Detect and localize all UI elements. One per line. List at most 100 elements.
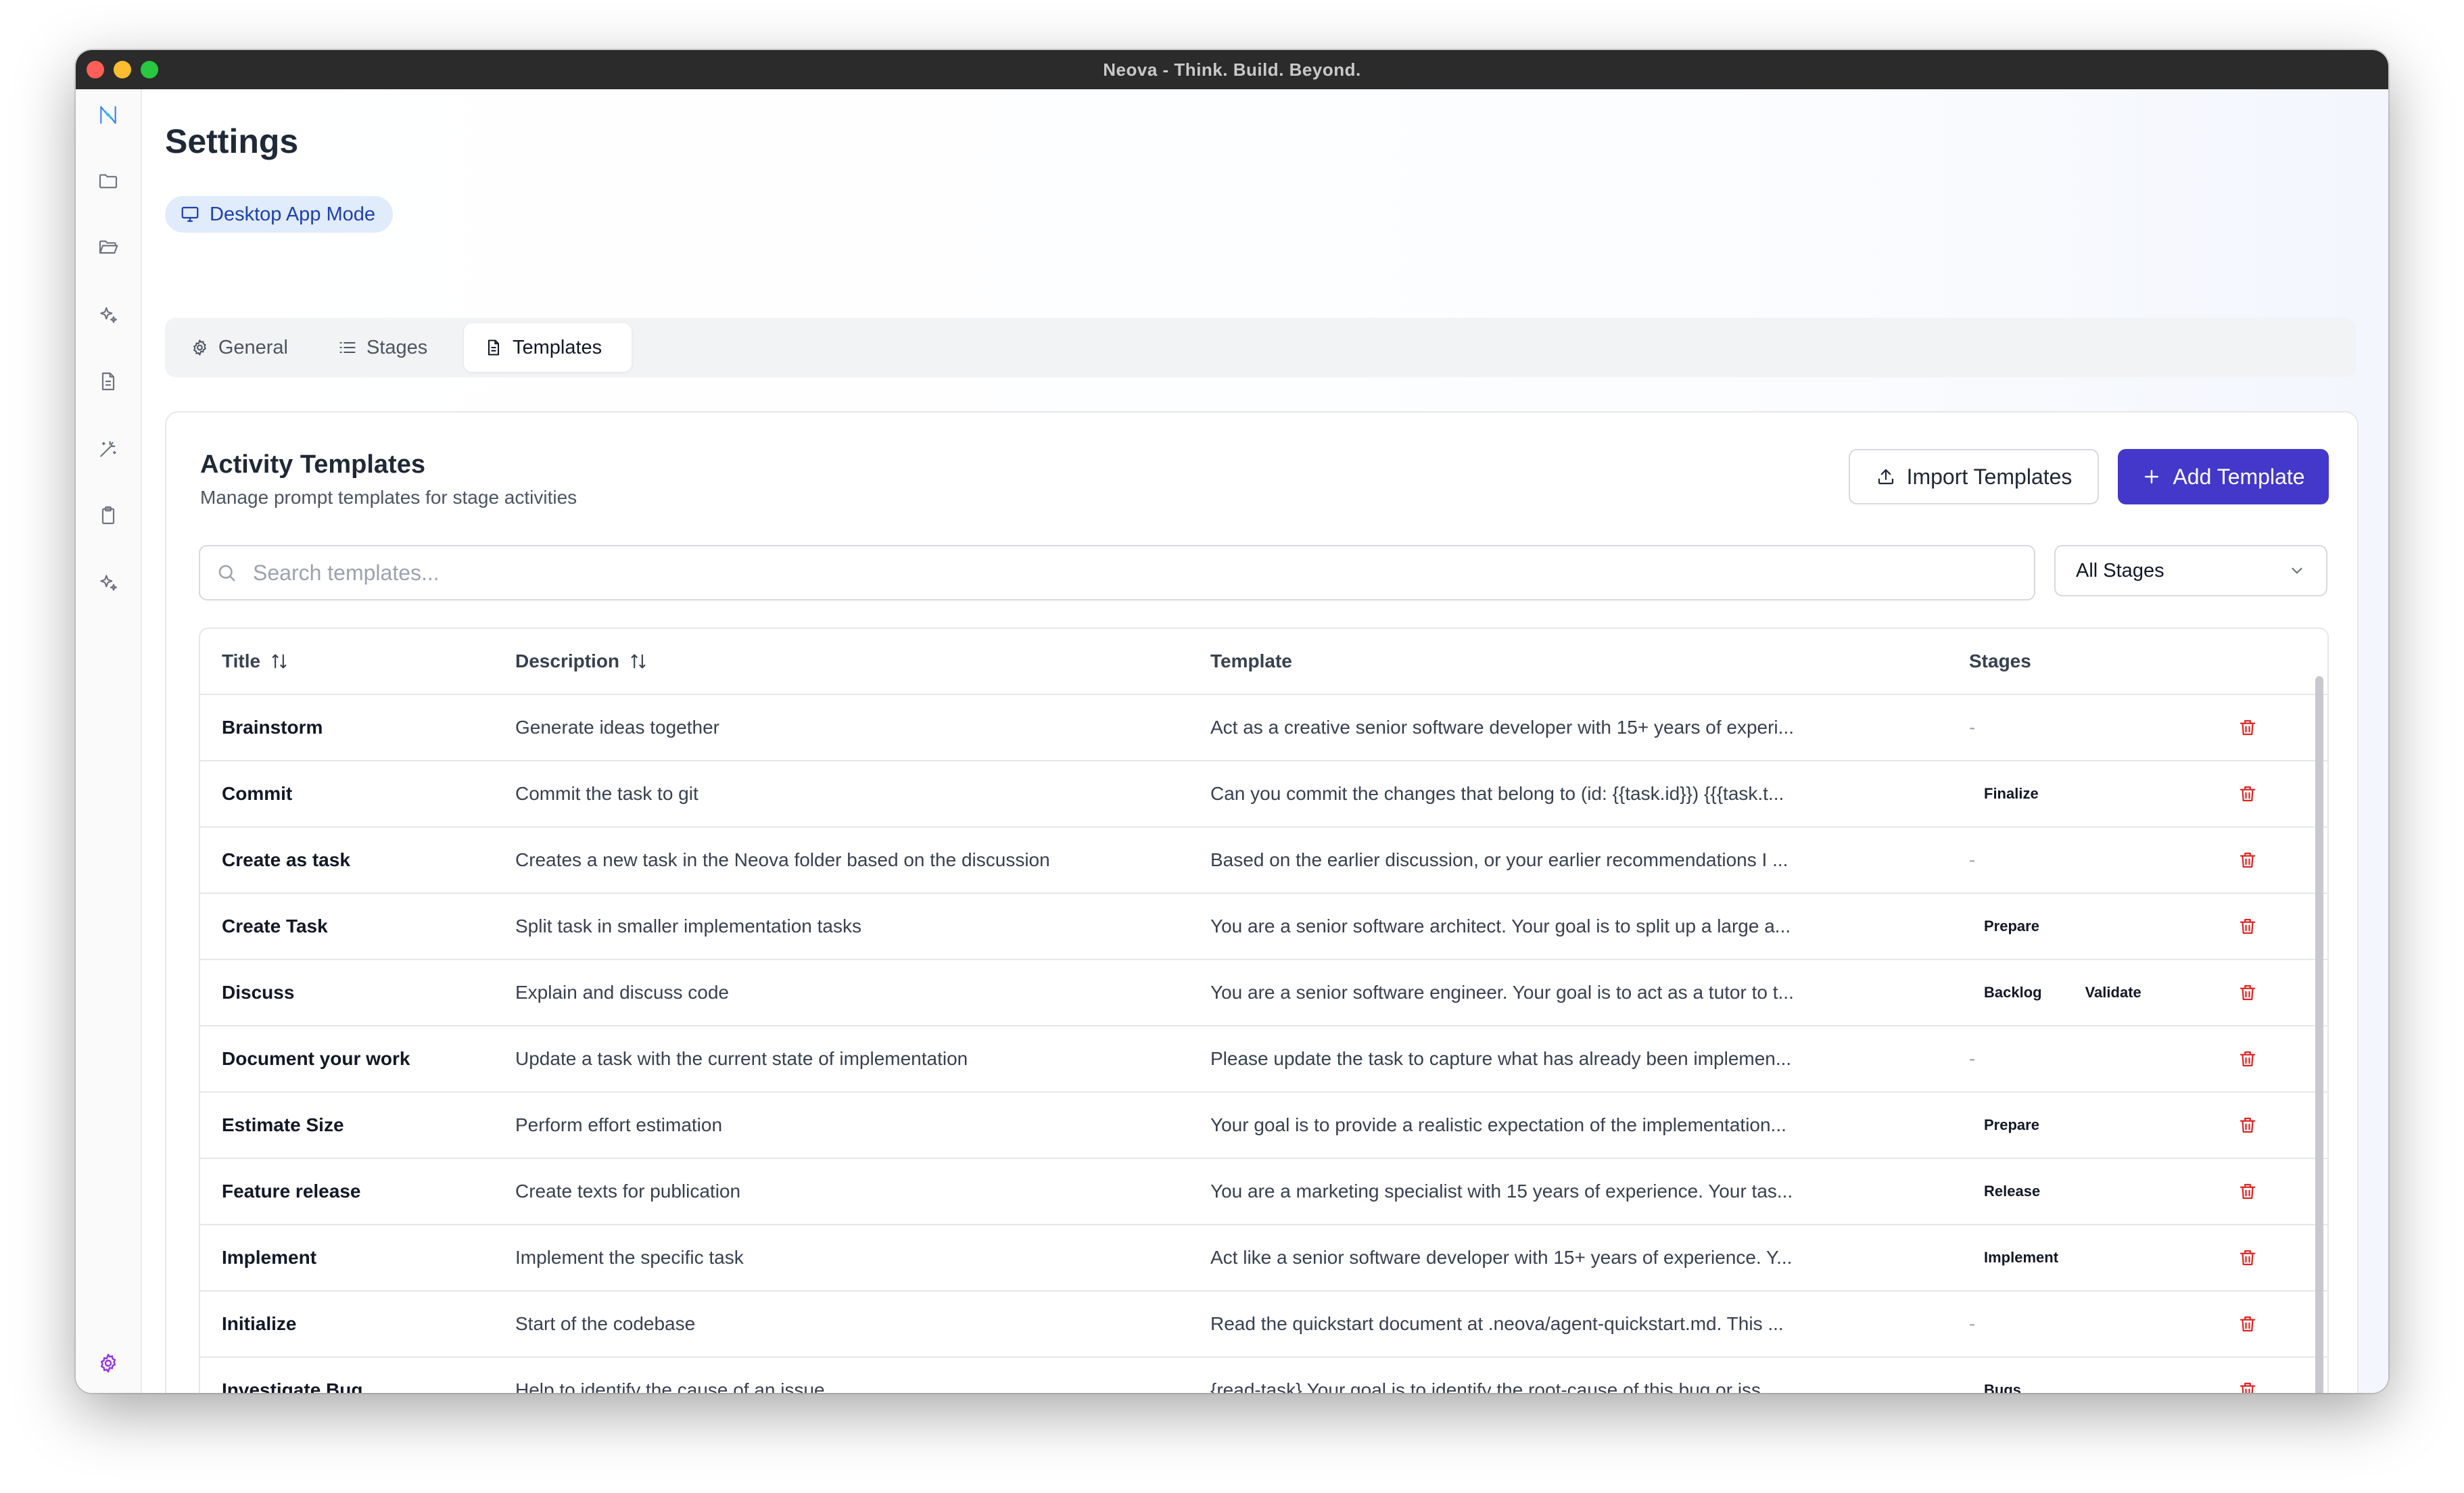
template-description: Start of the codebase [515, 1313, 696, 1334]
clipboard-icon[interactable] [91, 498, 126, 533]
add-template-label: Add Template [2173, 464, 2305, 489]
stage-filter-value: All Stages [2076, 559, 2164, 582]
template-description: Explain and discuss code [515, 982, 729, 1003]
folder-open-icon[interactable] [91, 230, 126, 265]
table-row[interactable]: Initialize Start of the codebase Read the … [200, 1291, 2327, 1358]
sort-by-title-header[interactable]: Title [222, 629, 492, 694]
delete-template-button[interactable] [2223, 1159, 2272, 1224]
template-stages: Prepare [1969, 894, 2240, 959]
add-template-button[interactable]: Add Template [2118, 449, 2329, 504]
template-title: Document your work [222, 1048, 410, 1069]
no-stage-dash: - [1969, 849, 1976, 870]
delete-template-button[interactable] [2223, 1093, 2272, 1158]
delete-template-button[interactable] [2223, 828, 2272, 893]
delete-template-button[interactable] [2223, 1225, 2272, 1290]
sort-by-description-header[interactable]: Description [515, 629, 1191, 694]
trash-icon [2237, 1248, 2258, 1268]
template-preview: Can you commit the changes that belong t… [1210, 783, 1784, 804]
template-stages: Bugs [1969, 1358, 2240, 1393]
table-row[interactable]: Implement Implement the specific task Act … [200, 1225, 2327, 1291]
plus-icon [2145, 470, 2159, 483]
delete-template-button[interactable] [2223, 894, 2272, 959]
template-preview: Based on the earlier discussion, or your… [1210, 849, 1788, 870]
window-controls [87, 61, 158, 78]
stage-badge: Finalize [1969, 778, 2054, 809]
template-preview: You are a senior software engineer. Your… [1210, 982, 1794, 1003]
delete-template-button[interactable] [2223, 695, 2272, 760]
desktop-mode-badge: Desktop App Mode [165, 196, 394, 233]
search-input[interactable] [252, 559, 1999, 586]
scrollbar[interactable] [2315, 676, 2323, 1393]
table-row[interactable]: Discuss Explain and discuss code You are a… [200, 960, 2327, 1026]
main-content: Settings Desktop App Mode General Stages [142, 89, 2388, 1393]
delete-template-button[interactable] [2223, 761, 2272, 826]
tab-stages-label: Stages [366, 336, 428, 358]
delete-template-button[interactable] [2223, 1026, 2272, 1091]
template-preview: Your goal is to provide a realistic expe… [1210, 1114, 1786, 1135]
sparkles-icon[interactable] [91, 298, 126, 333]
sparkles-icon[interactable] [91, 565, 126, 600]
tab-stages[interactable]: Stages [318, 323, 452, 372]
import-templates-label: Import Templates [1906, 464, 2072, 489]
stage-filter-select[interactable]: All Stages [2054, 545, 2327, 596]
sort-icon [631, 654, 646, 669]
search-box [199, 545, 2035, 600]
magic-wand-icon[interactable] [91, 431, 126, 467]
neova-logo-icon[interactable] [91, 97, 126, 133]
trash-icon [2237, 916, 2258, 937]
tab-general-label: General [218, 336, 288, 358]
table-row[interactable]: Create Task Split task in smaller impleme… [200, 894, 2327, 960]
delete-template-button[interactable] [2223, 1358, 2272, 1393]
table-body: Brainstorm Generate ideas together Act as … [200, 695, 2327, 1393]
stage-badge: Implement [1969, 1242, 2074, 1273]
delete-template-button[interactable] [2223, 1291, 2272, 1356]
description-column-header: Description [515, 650, 620, 671]
import-templates-button[interactable]: Import Templates [1849, 449, 2099, 504]
table-row[interactable]: Document your work Update a task with the… [200, 1026, 2327, 1093]
trash-icon [2237, 982, 2258, 1003]
table-row[interactable]: Create as task Creates a new task in the … [200, 828, 2327, 894]
document-icon[interactable] [91, 364, 126, 399]
no-stage-dash: - [1969, 717, 1976, 738]
table-header: Title Description Template Stages [200, 629, 2327, 695]
close-window-button[interactable] [87, 61, 104, 78]
minimize-window-button[interactable] [114, 61, 131, 78]
activity-templates-card: Activity Templates Manage prompt templat… [165, 411, 2359, 1393]
file-icon [488, 339, 500, 356]
title-column-header: Title [222, 650, 261, 671]
stage-badge: Prepare [1969, 911, 2054, 942]
card-subtitle: Manage prompt templates for stage activi… [200, 487, 577, 508]
template-title: Create as task [222, 849, 350, 870]
trash-icon [2237, 1380, 2258, 1393]
tab-templates[interactable]: Templates [464, 323, 632, 372]
templates-table: Title Description Template Stages Brains… [199, 627, 2329, 1393]
app-window: Neova - Think. Build. Beyond. Settings D… [76, 50, 2388, 1393]
template-description: Update a task with the current state of … [515, 1048, 968, 1069]
stage-badge: Validate [2070, 977, 2156, 1008]
template-title: Estimate Size [222, 1114, 344, 1135]
settings-gear-icon[interactable] [91, 1346, 126, 1381]
template-stages: Release [1969, 1159, 2240, 1224]
template-stages: - [1969, 828, 2240, 893]
tab-templates-label: Templates [513, 336, 602, 358]
trash-icon [2237, 1115, 2258, 1135]
template-preview: Act as a creative senior software develo… [1210, 717, 1794, 738]
tab-general[interactable]: General [170, 323, 308, 372]
table-row[interactable]: Feature release Create texts for publicat… [200, 1159, 2327, 1225]
gear-icon [193, 339, 206, 356]
table-row[interactable]: Brainstorm Generate ideas together Act as … [200, 695, 2327, 761]
table-row[interactable]: Estimate Size Perform effort estimation Yo… [200, 1093, 2327, 1159]
folder-icon[interactable] [91, 164, 126, 199]
zoom-window-button[interactable] [141, 61, 158, 78]
template-description: Perform effort estimation [515, 1114, 723, 1135]
delete-template-button[interactable] [2223, 960, 2272, 1025]
table-row[interactable]: Commit Commit the task to git Can you comm… [200, 761, 2327, 828]
template-stages: - [1969, 1026, 2240, 1091]
table-row[interactable]: Investigate Bug Help to identify the caus… [200, 1358, 2327, 1393]
template-title: Brainstorm [222, 717, 323, 738]
template-preview: Please update the task to capture what h… [1210, 1048, 1792, 1069]
template-preview: Read the quickstart document at .neova/a… [1210, 1313, 1784, 1334]
template-preview: {read-task} Your goal is to identify the… [1210, 1379, 1777, 1393]
trash-icon [2237, 1049, 2258, 1069]
upload-icon [1878, 469, 1893, 485]
